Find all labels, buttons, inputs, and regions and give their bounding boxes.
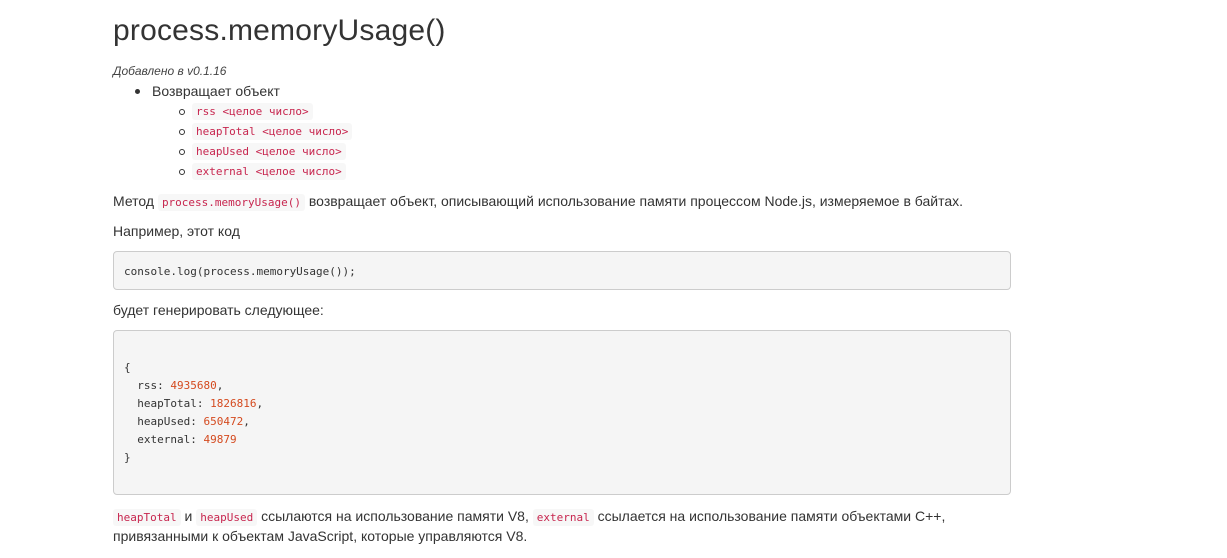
circle-bullet-icon: [179, 169, 185, 175]
circle-bullet-icon: [179, 129, 185, 135]
inline-code: heapUsed: [196, 509, 258, 526]
page-title: process.memoryUsage(): [113, 14, 446, 47]
paragraph-text: возвращает объект, описывающий использов…: [308, 193, 964, 209]
output-intro: будет генерировать следующее:: [113, 302, 324, 318]
paragraph-text: ссылаются на использование памяти V8,: [261, 508, 529, 524]
memory-explanation: heapTotal и heapUsed ссылаются на исполь…: [113, 508, 946, 526]
inline-code: rss <целое число>: [192, 103, 313, 120]
code-line: external: 49879: [124, 433, 237, 446]
added-version: Добавлено в v0.1.16: [113, 64, 227, 78]
code-line: console.log(process.memoryUsage());: [124, 265, 356, 278]
description-paragraph: Метод process.memoryUsage() возвращает о…: [113, 193, 964, 211]
inline-code: heapUsed <целое число>: [192, 143, 346, 160]
paragraph-text: ссылается на использование памяти объект…: [597, 508, 946, 524]
inline-code: heapTotal <целое число>: [192, 123, 353, 140]
code-line: heapUsed: 650472,: [124, 415, 250, 428]
returns-label: Возвращает объект: [152, 83, 280, 99]
paragraph-text: Метод: [113, 193, 155, 209]
code-line: rss: 4935680,: [124, 379, 224, 392]
number-value: 1826816: [210, 397, 257, 410]
bullet-icon: [135, 89, 140, 94]
code-line: heapTotal: 1826816,: [124, 397, 264, 410]
circle-bullet-icon: [179, 149, 185, 155]
inline-code: heapTotal: [113, 509, 181, 526]
number-value: 4935680: [170, 379, 217, 392]
circle-bullet-icon: [179, 109, 185, 115]
memory-explanation-line2: привязанными к объектам JavaScript, кото…: [113, 528, 528, 544]
code-block-output: { rss: 4935680, heapTotal: 1826816, heap…: [113, 330, 1011, 495]
code-line: {: [124, 361, 131, 374]
inline-code: process.memoryUsage(): [157, 194, 306, 211]
example-intro: Например, этот код: [113, 223, 240, 239]
inline-code: external: [532, 509, 594, 526]
code-line: }: [124, 451, 131, 464]
paragraph-text: и: [184, 508, 193, 524]
number-value: 49879: [203, 433, 237, 446]
number-value: 650472: [203, 415, 244, 428]
inline-code: external <целое число>: [192, 163, 346, 180]
code-block-example: console.log(process.memoryUsage());: [113, 251, 1011, 290]
